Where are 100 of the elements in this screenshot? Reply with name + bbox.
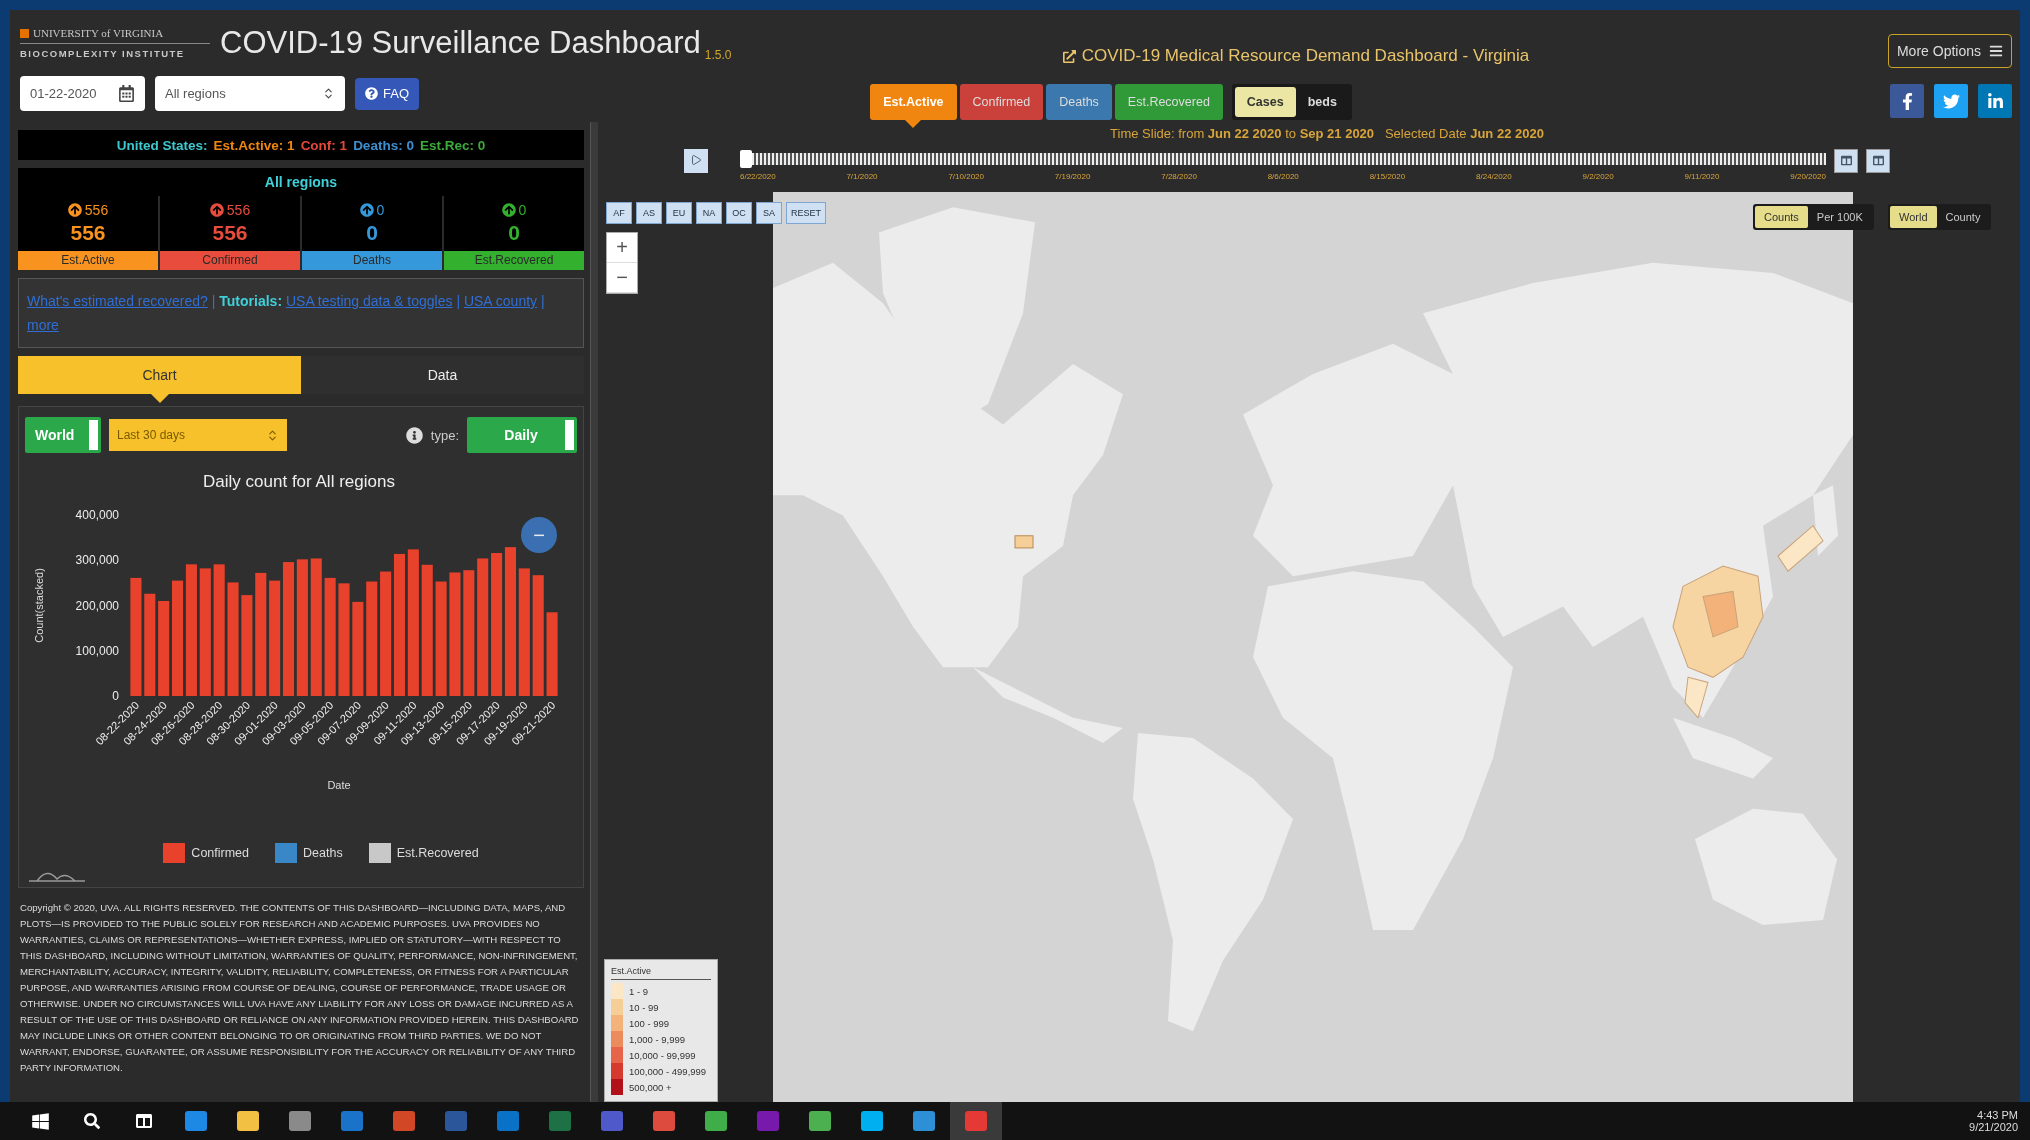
stat-label: Est.Recovered (444, 251, 584, 270)
y-tick-label: 400,000 (75, 508, 119, 522)
legend-label: 100,000 - 499,999 (629, 1065, 707, 1077)
stat-value: 0 (508, 220, 520, 246)
timeline-tick-label: 7/19/2020 (1054, 172, 1091, 181)
mode-toggle[interactable]: beds (1295, 87, 1349, 117)
range-select[interactable]: Last 30 days (109, 419, 287, 451)
search-icon (84, 1113, 100, 1129)
type-label: type: (430, 427, 459, 443)
slider-thumb[interactable] (740, 150, 752, 168)
menu-icon (1989, 44, 2003, 58)
summary-text: Conf: 1 (300, 137, 348, 153)
chart-title: Daily count for All regions (203, 472, 395, 491)
stat-label: Confirmed (160, 251, 300, 270)
timeline-tick-label: 7/10/2020 (948, 172, 984, 181)
share-button[interactable] (1934, 84, 1968, 118)
region-button[interactable]: AS (636, 202, 662, 224)
faq-button[interactable]: FAQ (355, 77, 419, 110)
measure-toggle[interactable]: Per 100K (1807, 206, 1872, 228)
legend-label[interactable]: Confirmed (191, 846, 250, 860)
metric-tab[interactable]: Deaths (1046, 84, 1112, 120)
timeline-tick-label: 8/15/2020 (1369, 172, 1406, 181)
stat-label: Deaths (302, 251, 442, 270)
stat-change: 556 (67, 196, 109, 218)
arrow-up-icon (67, 203, 82, 217)
legend-label: 10 - 99 (629, 1001, 659, 1013)
y-tick-label: 100,000 (75, 643, 119, 658)
y-tick-label: 200,000 (75, 598, 119, 613)
legend-label: 10,000 - 99,999 (629, 1049, 696, 1061)
play-button[interactable] (684, 149, 708, 173)
region-button[interactable]: RESET (786, 202, 826, 224)
region-heading: All regions (18, 168, 584, 196)
stat-change: 556 (209, 196, 251, 218)
region-button[interactable]: EU (666, 202, 692, 224)
tab-pointer-icon (905, 120, 922, 128)
metric-tab[interactable]: Confirmed (959, 84, 1044, 120)
summary-text: Deaths: 0 (353, 137, 414, 153)
summary-text: Est.Active: 1 (213, 137, 295, 153)
y-axis-title: Count(stacked) (33, 568, 45, 643)
clock-date: 9/21/2020 (1969, 1121, 2018, 1133)
info-icon[interactable] (405, 426, 423, 444)
summary-text: Est.Rec: 0 (419, 137, 486, 153)
measure-toggle[interactable]: Counts (1755, 206, 1808, 228)
stat-value: 556 (212, 220, 248, 246)
linkedin-icon (1986, 92, 2004, 110)
legend-label: 1 - 9 (629, 985, 648, 997)
region-button[interactable]: AF (606, 202, 632, 224)
help-icon (365, 87, 378, 100)
updown-caret-icon (322, 87, 335, 100)
stat-change: 0 (359, 196, 385, 218)
view-tab[interactable]: Data (301, 356, 584, 394)
copyright-notice: Copyright © 2020, UVA. ALL RIGHTS RESERVED. THE CONTENTS OF THIS DASHBOARD—INCLUDING DATA, MAPS, AND PLOTS—IS PROVIDED TO THE PUBLIC SOLELY FOR RESEARCH AND ACADEMIC PURPOSES. UVA PROVIDES NO WARRANTIES, CLAIMS OR REPRESENTATIONS—WHETHER EXPRESS, IMPLIED OR STATUTORY—WITH RESPECT TO THIS DASHBOARD, INCLUDING WITHOUT LIMITATION, WARRANTIES OF QUALITY, PERFORMANCE, NON-INFRINGEMENT, MERCHANTABILITY, ACCURACY, INTEGRITY, VALIDITY, RELIABILITY, COMPLETENESS, OR FITNESS FOR A PARTICULAR PURPOSE, AND WARRANTIES ARISING FROM COURSE OF DEALING, COURSE OF PERFORMANCE, TRADE USAGE OR OTHERWISE. UNDER NO CIRCUMSTANCES WILL UVA HAVE ANY LIABILITY FOR ANY LOSS OR DAMAGE INCURRED AS A RESULT OF THE USE OF THIS DASHBOARD OR RELIANCE ON ANY INFORMATION PROVIDED HEREIN. THIS DASHBOARD MAY INCLUDE LINKS OR OTHER CONTENT BELONGING TO OR ORIGINATING FROM THIRD PARTIES. WE DO NOT WARRANT, ENDORSE, GUARANTEE, OR ASSUME RESPONSIBILITY FOR THE ACCURACY OR RELIABILITY OF ANY THIRD PARTY INFORMATION. (19, 901, 580, 1075)
x-axis-title: Date (327, 779, 351, 791)
map-scope-toggle[interactable]: County (1936, 206, 1990, 228)
timeline-tick-label: 8/6/2020 (1267, 172, 1299, 181)
windows-logo-icon (30, 1111, 50, 1131)
timeline-tick-label: 8/24/2020 (1476, 172, 1512, 181)
stat-change: 0 (501, 196, 527, 218)
date-field[interactable]: 01-22-2020 (20, 76, 145, 111)
legend-label: 500,000 + (629, 1081, 672, 1093)
mode-toggle[interactable]: Cases (1234, 87, 1296, 117)
map-scope-toggle[interactable]: World (1890, 206, 1937, 228)
legend-label[interactable]: Est.Recovered (396, 846, 479, 860)
share-button[interactable] (1890, 84, 1924, 118)
timeline-tick-label: 6/22/2020 (740, 172, 776, 181)
region-button[interactable]: SA (756, 202, 782, 224)
step-forward-button[interactable] (1866, 149, 1890, 173)
step-back-button[interactable] (1834, 149, 1858, 173)
legend-label: 1,000 - 9,999 (629, 1033, 685, 1045)
timeline-tick-label: 9/2/2020 (1582, 172, 1614, 181)
arrow-up-icon (501, 203, 516, 217)
timeline-tick-label: 7/1/2020 (846, 172, 878, 181)
region-button[interactable]: OC (726, 202, 752, 224)
region-button[interactable]: NA (696, 202, 722, 224)
y-tick-label: 0 (112, 689, 119, 703)
dashboard-title: COVID-19 Surveillance Dashboard (220, 25, 701, 61)
legend-title: Est.Active (611, 966, 711, 980)
institute-logo: UNIVERSITY of VIRGINIA BIOCOMPLEXITY INSTITUTE (20, 16, 210, 70)
timeline-tick-label: 7/28/2020 (1161, 172, 1197, 181)
stat-label: Est.Active (18, 251, 158, 270)
play-icon (690, 153, 702, 166)
info-links: What's estimated recovered? | Tutorials: USA testing data & toggles | USA county | more (18, 278, 584, 348)
legend-label: 100 - 999 (629, 1017, 670, 1029)
updown-caret-icon (266, 428, 279, 442)
arrow-up-icon (359, 203, 374, 217)
external-link-icon (1062, 49, 1076, 63)
zoom-in-button[interactable]: + (607, 233, 637, 263)
collapse-button[interactable]: − (521, 517, 557, 553)
zoom-out-button[interactable]: − (607, 263, 637, 293)
summary-text: United States: (116, 137, 208, 153)
clock-time: 4:43 PM (1977, 1109, 2018, 1121)
stat-value: 0 (366, 220, 378, 246)
share-button[interactable] (1978, 84, 2012, 118)
stat-value: 556 (70, 220, 106, 246)
arrow-up-icon (209, 203, 224, 217)
legend-label[interactable]: Deaths (303, 846, 343, 860)
more-options-button[interactable]: More Options (1887, 34, 2012, 68)
resource-dashboard-link[interactable]: COVID-19 Medical Resource Demand Dashboard - Virginia (1062, 46, 1530, 66)
region-select[interactable]: All regions (155, 76, 345, 111)
bird-icon (1942, 92, 1960, 110)
